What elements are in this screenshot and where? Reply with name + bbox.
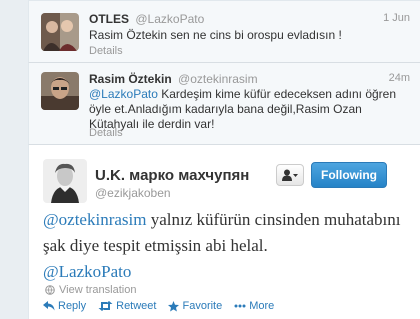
user-icon — [282, 169, 298, 181]
details-link[interactable]: Details — [89, 127, 123, 139]
reply-tweet[interactable]: OTLES @LazkoPato 1 Jun Rasim Öztekin sen… — [28, 0, 420, 62]
following-button[interactable]: Following — [311, 162, 387, 188]
tweet-header: Rasim Öztekin @oztekinrasim 24m — [89, 72, 410, 86]
timestamp[interactable]: 1 Jun — [383, 12, 410, 24]
favorite-label[interactable]: Favorite — [182, 300, 222, 312]
reply-label[interactable]: Reply — [58, 300, 86, 312]
tweet-text: @LazkoPato Kardeşim kime küfür edeceksen… — [89, 87, 402, 132]
mention-link[interactable]: @LazkoPato — [43, 262, 131, 281]
avatar[interactable] — [43, 159, 87, 203]
avatar[interactable] — [41, 72, 79, 110]
retweet-button[interactable]: Retweet — [98, 300, 156, 312]
retweet-icon — [98, 301, 113, 311]
fullname[interactable]: OTLES — [89, 12, 129, 26]
reply-tweet[interactable]: Rasim Öztekin @oztekinrasim 24m @LazkoPa… — [28, 62, 420, 144]
more-button[interactable]: More — [234, 300, 274, 312]
mention-link[interactable]: @LazkoPato — [89, 87, 158, 101]
username[interactable]: @ezikjakoben — [95, 186, 171, 200]
timestamp[interactable]: 24m — [389, 72, 410, 84]
avatar[interactable] — [41, 13, 79, 51]
tweet-conversation: OTLES @LazkoPato 1 Jun Rasim Öztekin sen… — [0, 0, 420, 319]
view-translation[interactable]: View translation — [45, 284, 136, 296]
tweet-text: Rasim Öztekin sen ne cins bi orospu evla… — [89, 28, 342, 42]
retweet-label[interactable]: Retweet — [116, 300, 156, 312]
globe-icon — [45, 285, 55, 295]
username[interactable]: @oztekinrasim — [178, 72, 258, 86]
reply-button[interactable]: Reply — [43, 300, 86, 312]
more-label[interactable]: More — [249, 300, 274, 312]
main-tweet: U.K. марко махчупян @ezikjakoben Followi… — [28, 144, 420, 319]
fullname[interactable]: U.K. марко махчупян — [95, 167, 249, 184]
reply-icon — [43, 301, 55, 311]
tweet-text: @oztekinrasim yalnız küfürün cinsinden m… — [43, 207, 403, 285]
more-icon — [234, 304, 246, 308]
details-link[interactable]: Details — [89, 45, 123, 57]
mention-link[interactable]: @oztekinrasim — [43, 210, 146, 229]
tweet-actions: Reply Retweet Favorite More — [43, 300, 274, 312]
user-actions-dropdown[interactable] — [276, 164, 304, 186]
favorite-button[interactable]: Favorite — [168, 300, 222, 312]
username[interactable]: @LazkoPato — [135, 12, 204, 26]
view-translation-label[interactable]: View translation — [59, 284, 136, 296]
star-icon — [168, 300, 180, 311]
tweet-header: OTLES @LazkoPato 1 Jun — [89, 12, 410, 26]
fullname[interactable]: Rasim Öztekin — [89, 72, 172, 86]
